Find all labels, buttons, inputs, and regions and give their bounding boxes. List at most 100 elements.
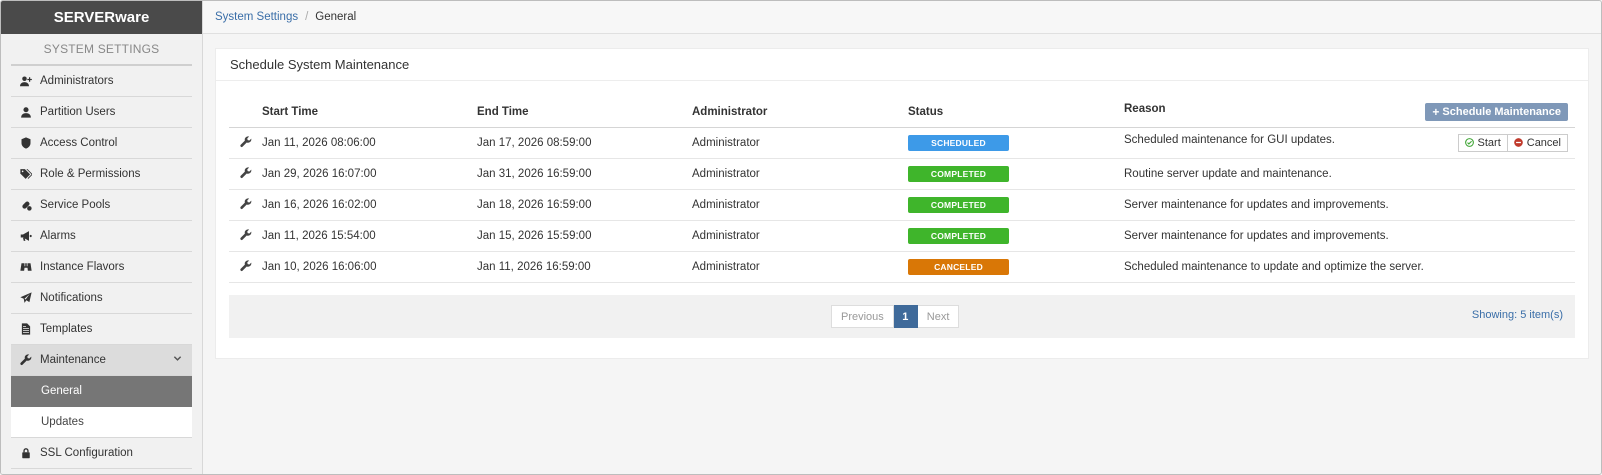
breadcrumb-link-system-settings[interactable]: System Settings [215, 11, 298, 23]
sidebar-item-templates[interactable]: Templates [11, 314, 192, 345]
cell-administrator: Administrator [692, 189, 908, 221]
status-badge: COMPLETED [908, 196, 1009, 213]
row-icon-cell [229, 220, 262, 252]
sidebar-item-label: Templates [40, 323, 93, 335]
maintenance-table: Start Time End Time Administrator Status… [229, 97, 1575, 283]
table-row: Jan 10, 2026 16:06:00 Jan 11, 2026 16:59:… [229, 251, 1575, 283]
cell-end-time: Jan 17, 2026 08:59:00 [477, 127, 692, 159]
wrench-icon [11, 354, 40, 366]
start-button-label: Start [1477, 136, 1501, 149]
column-header-status: Status [908, 97, 1124, 128]
schedule-maintenance-button[interactable]: + Schedule Maintenance [1425, 102, 1568, 121]
cell-reason: Scheduled maintenance to update and opti… [1124, 251, 1575, 283]
cell-reason: Server maintenance for updates and impro… [1124, 220, 1575, 252]
cell-start-time: Jan 11, 2026 08:06:00 [262, 127, 477, 159]
status-badge: COMPLETED [908, 227, 1009, 244]
cancel-button-label: Cancel [1526, 136, 1561, 149]
column-header-reason-label: Reason [1124, 102, 1166, 115]
binoculars-icon [11, 261, 40, 273]
breadcrumb-separator: / [305, 11, 309, 23]
cell-start-time: Jan 10, 2026 16:06:00 [262, 251, 477, 283]
reason-text: Routine server update and maintenance. [1124, 167, 1332, 180]
user-icon [11, 106, 40, 118]
app-window: SERVERware SYSTEM SETTINGS Administrator… [0, 0, 1602, 475]
sidebar-item-label: Alarms [40, 230, 76, 242]
sidebar-item-label: Maintenance [40, 354, 106, 366]
pagination-previous[interactable]: Previous [831, 305, 894, 328]
sidebar-subitem-general[interactable]: General [11, 376, 192, 407]
pills-icon [11, 199, 40, 211]
shield-icon [11, 137, 40, 149]
cancel-button[interactable]: Cancel [1507, 133, 1568, 152]
lock-icon [11, 447, 40, 459]
sidebar-item-partition-users[interactable]: Partition Users [11, 97, 192, 128]
sidebar-item-notifications[interactable]: Notifications [11, 283, 192, 314]
sidebar-item-label: Instance Flavors [40, 261, 125, 273]
wrench-icon [239, 260, 252, 273]
table-header-row: Start Time End Time Administrator Status… [229, 97, 1575, 128]
wrench-icon [239, 229, 252, 242]
status-badge: COMPLETED [908, 165, 1009, 182]
sidebar-item-role-permissions[interactable]: Role & Permissions [11, 159, 192, 190]
sidebar-item-label: Partition Users [40, 106, 116, 118]
column-header-administrator: Administrator [692, 97, 908, 128]
cell-start-time: Jan 11, 2026 15:54:00 [262, 220, 477, 252]
wrench-icon [239, 136, 252, 149]
cell-administrator: Administrator [692, 127, 908, 159]
bullhorn-icon [11, 230, 40, 242]
sidebar-item-ssl-configuration[interactable]: SSL Configuration [11, 438, 192, 469]
sidebar-subitem-updates[interactable]: Updates [11, 407, 192, 438]
row-icon-cell [229, 158, 262, 190]
column-header-start-time: Start Time [262, 97, 477, 128]
start-button[interactable]: Start [1457, 133, 1508, 152]
cell-administrator: Administrator [692, 220, 908, 252]
sidebar-item-label: Administrators [40, 75, 114, 87]
sidebar-item-service-pools[interactable]: Service Pools [11, 190, 192, 221]
row-actions: Start Cancel [1457, 133, 1568, 152]
sidebar-heading: SYSTEM SETTINGS [11, 34, 192, 66]
minus-circle-icon [1513, 138, 1523, 147]
column-header-end-time: End Time [477, 97, 692, 128]
cell-reason: Routine server update and maintenance. [1124, 158, 1575, 190]
sidebar-item-access-control[interactable]: Access Control [11, 128, 192, 159]
cell-status: CANCELED [908, 251, 1124, 283]
cell-administrator: Administrator [692, 251, 908, 283]
cell-status: COMPLETED [908, 189, 1124, 221]
paper-plane-icon [11, 292, 40, 304]
column-header-reason: Reason + Schedule Maintenance [1124, 97, 1575, 128]
sidebar-item-label: Service Pools [40, 199, 111, 211]
cell-end-time: Jan 11, 2026 16:59:00 [477, 251, 692, 283]
wrench-icon [239, 198, 252, 211]
schedule-maintenance-label: Schedule Maintenance [1442, 105, 1561, 118]
file-icon [11, 323, 40, 335]
plus-icon: + [1432, 104, 1440, 119]
cell-start-time: Jan 29, 2026 16:07:00 [262, 158, 477, 190]
cell-status: COMPLETED [908, 220, 1124, 252]
table-footer: Previous 1 Next Showing: 5 item(s) [229, 295, 1575, 338]
cell-end-time: Jan 15, 2026 15:59:00 [477, 220, 692, 252]
pagination-next[interactable]: Next [917, 305, 960, 328]
check-circle-icon [1464, 138, 1474, 147]
sidebar-item-maintenance[interactable]: Maintenance [11, 345, 192, 376]
brand-logo: SERVERware [1, 1, 202, 34]
pagination: Previous 1 Next [831, 305, 960, 328]
wrench-icon [239, 167, 252, 180]
cell-reason: Server maintenance for updates and impro… [1124, 189, 1575, 221]
row-icon-cell [229, 189, 262, 221]
cell-status: SCHEDULED [908, 127, 1124, 159]
sidebar-item-alarms[interactable]: Alarms [11, 221, 192, 252]
chevron-down-icon [173, 354, 182, 366]
cell-end-time: Jan 31, 2026 16:59:00 [477, 158, 692, 190]
cell-start-time: Jan 16, 2026 16:02:00 [262, 189, 477, 221]
pagination-page-1[interactable]: 1 [893, 305, 918, 328]
reason-text: Server maintenance for updates and impro… [1124, 198, 1389, 211]
user-plus-icon [11, 75, 40, 87]
item-count: Showing: 5 item(s) [1471, 309, 1563, 321]
sidebar-item-label: SSL Configuration [40, 447, 133, 459]
sidebar-item-label: Notifications [40, 292, 103, 304]
reason-text: Server maintenance for updates and impro… [1124, 229, 1389, 242]
sidebar-item-instance-flavors[interactable]: Instance Flavors [11, 252, 192, 283]
column-header-icon [229, 97, 262, 128]
sidebar-item-administrators[interactable]: Administrators [11, 66, 192, 97]
table-row: Jan 11, 2026 08:06:00 Jan 17, 2026 08:59:… [229, 127, 1575, 159]
